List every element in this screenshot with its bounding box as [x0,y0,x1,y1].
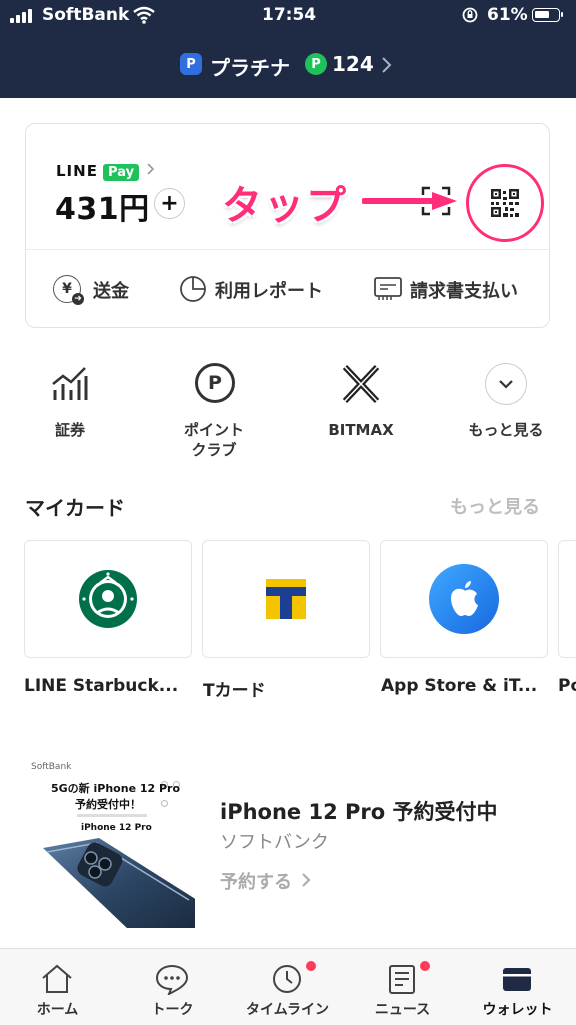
ad-title[interactable]: iPhone 12 Pro 予約受付中 [220,796,498,826]
qr-code-button[interactable] [466,164,544,242]
ad-advertiser: ソフトバンク [220,832,329,853]
bottom-tab-bar: ホーム トーク タイムライン ニュース ウォレット [0,948,576,1025]
my-cards-title: マイカード [25,496,125,520]
line-pay-brand-line: LINE [56,162,98,180]
chevron-right-icon [147,163,155,175]
timeline-notification-dot [306,961,316,971]
balance-amount: 431円 [55,192,150,227]
clock-time: 17:54 [262,5,317,25]
chevron-right-icon [382,57,392,73]
send-money-label: 送金 [93,281,129,302]
carrier-name: SoftBank [42,5,130,25]
invoice-icon [374,277,402,300]
ad-reserve-link[interactable]: 予約する [220,868,330,893]
battery-icon [532,8,563,22]
menu-securities-label: 証券 [54,421,85,439]
menu-bitmax[interactable]: BITMAX [311,360,411,450]
menu-bitmax-label: BITMAX [328,421,394,439]
orientation-lock-icon [462,7,478,23]
line-pay-brand-pay: Pay [103,164,140,181]
tap-annotation-text: タップ [222,183,348,229]
add-balance-button[interactable]: + [154,188,185,219]
tab-wallet-label: ウォレット [482,1002,553,1018]
card-partial[interactable] [558,540,576,658]
tab-talk[interactable]: トーク [115,949,230,1025]
starbucks-logo-icon [79,570,137,628]
menu-point-club-label: ポイント クラブ [183,421,244,459]
ad-thumb-brand: SoftBank [31,762,72,772]
tab-news-label: ニュース [374,1002,431,1018]
my-cards-more-link[interactable]: もっと見る [450,493,540,519]
ad-reserve-label: 予約する [220,872,292,893]
wallet-icon [503,968,531,991]
tab-wallet[interactable]: ウォレット [460,949,575,1025]
ad-thumb-fineprint [77,814,147,817]
add-symbol: + [160,191,179,216]
tab-timeline-label: タイムライン [245,1002,330,1018]
menu-point-club[interactable]: P ポイント クラブ [164,360,264,460]
points-count: 124 [332,52,374,76]
home-icon [42,964,72,993]
card-t-card-label: Tカード [203,681,266,701]
line-pay-brand[interactable]: LINE Pay [56,161,156,181]
tab-talk-label: トーク [151,1002,194,1018]
invoice-payment-label: 請求書支払い [410,281,518,302]
rank-label: プラチナ [210,56,290,80]
ad-thumb-dots [161,773,185,807]
iphone-image [43,838,195,928]
menu-more-label: もっと見る [468,421,544,439]
invoice-payment-button[interactable]: 請求書支払い [374,274,534,304]
tab-home-label: ホーム [36,1002,79,1018]
menu-more[interactable]: もっと見る [456,360,556,450]
yen-send-icon: ¥ ➜ [53,275,84,305]
tab-timeline[interactable]: タイムライン [230,949,345,1025]
line-points-icon: P [305,53,327,75]
chart-bars-icon [52,367,88,400]
card-app-store-itunes[interactable] [380,540,548,658]
chevron-down-icon [485,363,527,405]
bitmax-x-icon [342,364,380,404]
ad-thumb-product: iPhone 12 Pro [81,823,152,833]
platinum-badge-icon: P [180,53,202,75]
news-icon [389,965,415,994]
card-t-card[interactable] [202,540,370,658]
card-starbucks[interactable] [24,540,192,658]
ad-thumbnail[interactable]: SoftBank 5Gの新 iPhone 12 Pro 予約受付中！ iPhon… [25,760,195,928]
qr-code-icon [491,189,519,217]
rank-points-link[interactable]: P プラチナ P 124 [180,52,400,80]
top-header: SoftBank 17:54 61% P プラチナ P 124 [0,0,576,98]
wifi-icon [133,6,155,24]
pie-chart-icon [180,276,206,302]
card-app-store-label: App Store & iT... [381,676,538,696]
tab-news[interactable]: ニュース [345,949,460,1025]
t-card-logo-icon [266,579,306,619]
menu-securities[interactable]: 証券 [20,360,120,450]
annotation-arrow-icon [362,189,460,213]
chevron-right-icon [302,873,311,887]
ad-thumb-line2: 予約受付中！ [75,798,141,811]
cellular-signal-icon [10,9,34,23]
apple-logo-icon [429,564,499,634]
news-notification-dot [420,961,430,971]
chat-icon [155,964,189,995]
card-divider [26,249,549,250]
usage-report-button[interactable]: 利用レポート [179,274,339,304]
clock-icon [273,965,301,993]
ad-thumb-line1: 5Gの新 iPhone 12 Pro [51,782,181,795]
send-money-button[interactable]: ¥ ➜ 送金 [53,274,163,305]
usage-report-label: 利用レポート [215,281,323,302]
card-starbucks-label: LINE Starbuck... [24,676,179,696]
point-p-icon: P [195,363,235,403]
tab-home[interactable]: ホーム [0,949,115,1025]
card-partial-label: Po [558,676,576,696]
battery-percent: 61% [487,5,528,25]
